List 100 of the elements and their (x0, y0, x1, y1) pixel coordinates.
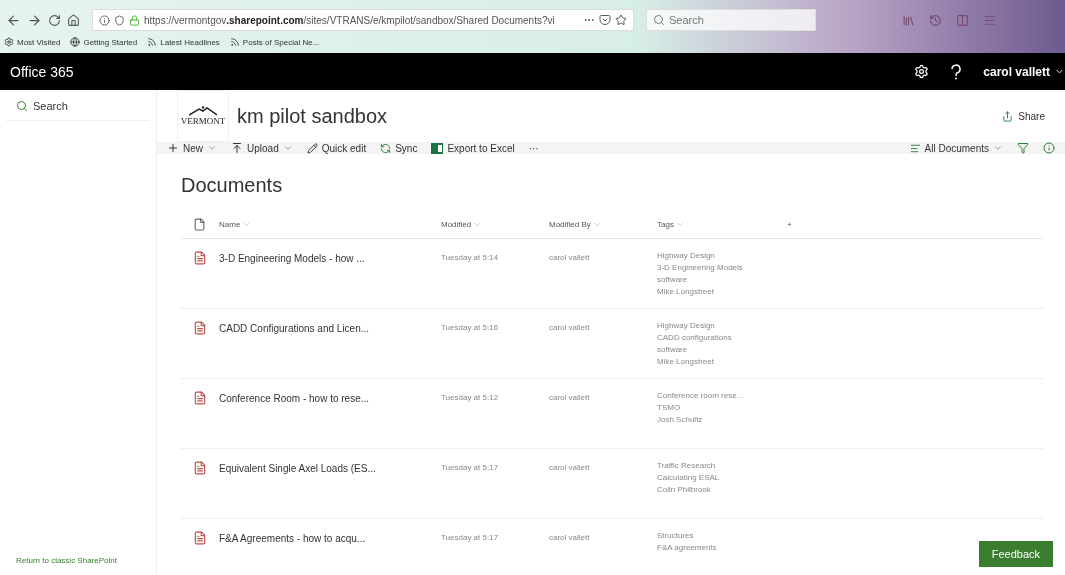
document-icon (193, 391, 207, 405)
search-placeholder: Search (33, 100, 68, 112)
modified-cell: Tuesday at 5:14 (441, 239, 549, 309)
tag-text: Mike Longstreet (657, 357, 715, 366)
command-button[interactable]: Sync (380, 142, 418, 154)
site-search-field[interactable]: Search (6, 90, 150, 121)
tag-text: software (657, 275, 689, 284)
reload-icon (48, 13, 61, 27)
column-header[interactable]: Tags (657, 211, 787, 239)
url-text: https://vermontgov.sharepoint.com/sites/VTRANS/e/kmpilot/sandbox/Shared Documents?vi (144, 14, 556, 26)
lock-icon (129, 14, 140, 26)
help-button[interactable] (951, 63, 962, 80)
column-header[interactable]: Modified By (549, 211, 657, 239)
modified-cell: Tuesday at 5:17 (441, 449, 549, 519)
info-icon (1043, 142, 1055, 154)
classic-link[interactable]: Return to classic SharePoint (0, 556, 156, 575)
lines-icon (909, 142, 921, 154)
modified-cell: Tuesday at 5:16 (441, 309, 549, 379)
feedback-button[interactable]: Feedback (978, 541, 1053, 567)
upload-icon (231, 142, 243, 154)
command-button[interactable]: Upload (231, 142, 293, 154)
caret-icon (207, 143, 217, 153)
tag-text: TSMO (657, 403, 682, 412)
modified-by-cell: carol vallett (549, 449, 657, 519)
shield-icon (114, 14, 125, 26)
plus-icon (167, 142, 179, 154)
search-icon (653, 14, 665, 26)
library-title: Documents (181, 174, 284, 197)
forward-arrow-icon (27, 12, 42, 28)
reload-button[interactable] (48, 13, 61, 27)
filter-button[interactable] (1017, 142, 1029, 154)
feed-icon (229, 37, 240, 47)
site-title: km pilot sandbox (237, 104, 388, 128)
modified-cell: Tuesday at 5:12 (441, 379, 549, 449)
gear-icon (4, 37, 14, 47)
home-icon (67, 13, 80, 27)
file-name-link[interactable]: Conference Room - how to rese... (219, 379, 441, 449)
search-placeholder: Search (669, 14, 704, 26)
app-title: Office 365 (10, 63, 75, 80)
modified-by-cell: carol vallett (549, 239, 657, 309)
caret-icon (242, 220, 252, 229)
back-button[interactable] (6, 12, 21, 28)
library-icon[interactable] (902, 13, 915, 27)
tag-text: Highway Design (657, 251, 716, 260)
file-name-link[interactable]: F&A Agreements - how to acqu... (219, 519, 441, 575)
share-button[interactable]: Share (996, 110, 1051, 123)
column-header[interactable]: Name (219, 211, 441, 239)
globe-icon (70, 37, 81, 47)
site-logo: VERMONT (177, 90, 229, 142)
tag-text: F&A agreements (657, 543, 718, 552)
info-button[interactable] (1043, 142, 1055, 154)
bookmark-link[interactable]: Getting Started (70, 37, 138, 47)
sync-icon (380, 142, 392, 154)
bookmark-link[interactable]: Posts of Special Ne... (229, 37, 320, 47)
tag-text: Mike Longstreet (657, 287, 715, 296)
settings-button[interactable] (914, 64, 930, 79)
tag-text: Calculating ESAL (657, 473, 721, 482)
caret-icon (592, 220, 602, 229)
star-icon[interactable] (615, 14, 627, 26)
tag-text: CADD configurations (657, 333, 733, 342)
view-selector[interactable]: All Documents (909, 142, 1003, 154)
bookmark-link[interactable]: Most Visited (4, 37, 61, 47)
tag-text: 3-D Engineering Models (657, 263, 744, 272)
tag-text: Structures (657, 531, 695, 540)
file-name-link[interactable]: 3-D Engineering Models - how ... (219, 239, 441, 309)
user-menu[interactable]: carol vallett (983, 64, 1065, 79)
forward-button[interactable] (27, 12, 42, 28)
add-column-button[interactable]: + (787, 211, 1043, 239)
caret-icon (675, 220, 685, 229)
tag-text: software (657, 345, 689, 354)
browser-search-field[interactable]: Search (646, 9, 816, 31)
command-button[interactable]: Export to Excel (431, 142, 515, 154)
file-name-link[interactable]: Equivalent Single Axel Loads (ES... (219, 449, 441, 519)
document-icon (193, 461, 207, 475)
address-bar[interactable]: https://vermontgov.sharepoint.com/sites/VTRANS/e/kmpilot/sandbox/Shared Documents?vi (92, 9, 634, 31)
tag-text: Traffic Research (657, 461, 717, 470)
document-icon (193, 251, 207, 265)
command-button[interactable]: New (167, 142, 217, 154)
tag-text: Josh Schultz (657, 415, 704, 424)
file-type-icon (193, 218, 206, 231)
settings-icon (914, 64, 930, 79)
bookmark-link[interactable]: Latest Headlines (147, 37, 220, 47)
info-icon (99, 14, 110, 26)
more-button[interactable]: ··· (528, 142, 539, 154)
caret-icon (282, 143, 293, 153)
pocket-icon[interactable] (599, 14, 611, 26)
modified-by-cell: carol vallett (549, 379, 657, 449)
tag-text: Conference room rese... (657, 391, 745, 400)
filter-icon (1017, 142, 1029, 154)
modified-by-cell: carol vallett (549, 309, 657, 379)
home-button[interactable] (67, 13, 80, 27)
caret-icon (993, 143, 1003, 153)
modified-by-cell: carol vallett (549, 519, 657, 575)
command-button[interactable]: Quick edit (306, 142, 367, 154)
tag-text: Highway Design (657, 321, 716, 330)
document-icon (193, 531, 207, 545)
file-name-link[interactable]: CADD Configurations and Licen... (219, 309, 441, 379)
column-header[interactable]: Modified (441, 211, 549, 239)
caret-icon (473, 220, 483, 229)
document-icon (193, 321, 207, 335)
